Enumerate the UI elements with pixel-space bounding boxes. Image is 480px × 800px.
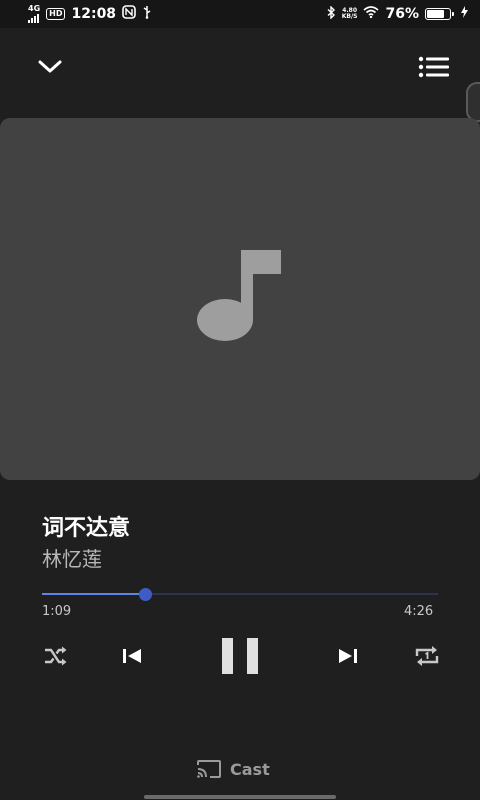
signal-icon (28, 13, 39, 23)
clock: 12:08 (71, 6, 117, 22)
next-track-button[interactable] (332, 642, 364, 670)
chevron-down-icon (38, 60, 62, 73)
nfc-icon (122, 5, 136, 23)
pause-button[interactable] (212, 632, 268, 680)
status-bar: 4G HD 12:08 4.80 KB/S 76% (0, 0, 480, 28)
usb-icon (142, 5, 152, 23)
seek-bar[interactable] (42, 593, 438, 595)
collapse-player-button[interactable] (32, 52, 68, 82)
battery-percent: 76% (385, 6, 419, 22)
cast-icon (197, 760, 221, 778)
previous-track-button[interactable] (116, 642, 148, 670)
track-title: 词不达意 (42, 516, 131, 541)
seek-bar-played (42, 593, 145, 595)
music-note-icon (197, 250, 281, 341)
wifi-icon (363, 6, 380, 22)
bluetooth-icon (327, 4, 336, 23)
repeat-one-icon (415, 646, 439, 666)
charging-icon (461, 6, 468, 22)
seek-thumb[interactable] (138, 588, 152, 601)
hd-badge: HD (46, 8, 66, 20)
queue-list-icon (418, 56, 449, 78)
shuffle-button[interactable] (40, 642, 72, 670)
skip-next-icon (339, 649, 357, 663)
side-panel-handle[interactable] (466, 82, 480, 122)
total-time: 4:26 (404, 604, 434, 619)
track-artist[interactable]: 林忆莲 (42, 543, 102, 572)
queue-button[interactable] (414, 52, 454, 82)
skip-previous-icon (123, 649, 141, 663)
elapsed-time: 1:09 (42, 604, 72, 619)
album-art (0, 118, 480, 480)
shuffle-icon (45, 646, 67, 666)
pause-icon (222, 638, 258, 674)
network-type: 4G (28, 4, 41, 13)
speed-unit: KB/S (341, 13, 358, 20)
home-indicator[interactable] (144, 795, 336, 799)
battery-icon (425, 8, 454, 20)
repeat-button[interactable] (410, 642, 444, 670)
network-speed: 4.80 KB/S (342, 8, 358, 20)
cast-button[interactable]: Cast (196, 756, 270, 782)
cast-label: Cast (230, 759, 270, 779)
network-indicator: 4G (28, 5, 40, 23)
